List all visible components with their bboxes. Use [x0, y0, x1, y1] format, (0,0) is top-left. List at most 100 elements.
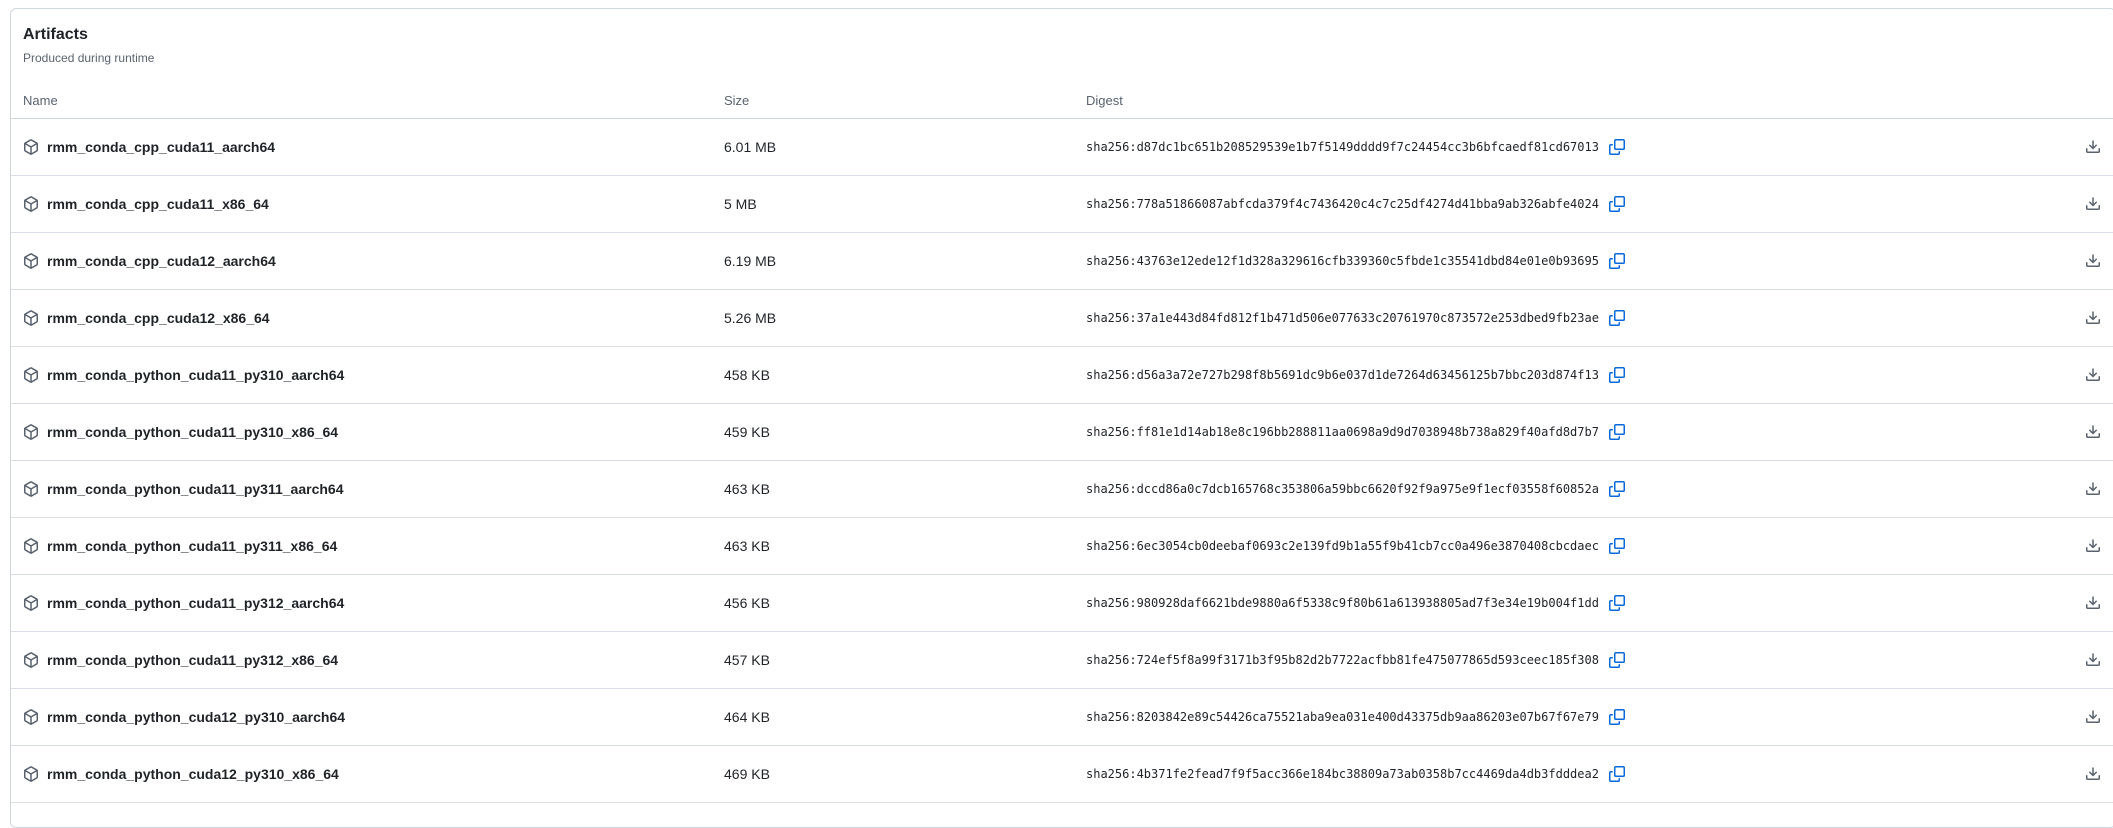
- artifact-name: rmm_conda_python_cuda11_py312_aarch64: [47, 595, 344, 611]
- column-header-digest: Digest: [1086, 93, 2059, 108]
- download-artifact-button[interactable]: [2083, 251, 2103, 271]
- artifact-size: 469 KB: [724, 766, 1086, 782]
- artifact-name: rmm_conda_cpp_cuda12_x86_64: [47, 310, 270, 326]
- artifact-digest: sha256:6ec3054cb0deebaf0693c2e139fd9b1a5…: [1086, 539, 1599, 553]
- copy-icon: [1609, 652, 1625, 668]
- download-icon: [2085, 538, 2101, 554]
- download-icon: [2085, 139, 2101, 155]
- download-icon: [2085, 481, 2101, 497]
- copy-icon: [1609, 139, 1625, 155]
- artifacts-card: Artifacts Produced during runtime Name S…: [10, 8, 2113, 828]
- copy-icon: [1609, 538, 1625, 554]
- copy-icon: [1609, 481, 1625, 497]
- table-row: rmm_conda_python_cuda11_py310_x86_64 459…: [11, 404, 2113, 461]
- table-row: rmm_conda_python_cuda11_py311_x86_64 463…: [11, 518, 2113, 575]
- package-icon: [23, 196, 39, 212]
- artifact-name: rmm_conda_python_cuda11_py311_aarch64: [47, 481, 344, 497]
- copy-digest-button[interactable]: [1607, 707, 1627, 727]
- artifact-name: rmm_conda_python_cuda12_py310_x86_64: [47, 766, 339, 782]
- artifacts-card-header: Artifacts Produced during runtime: [11, 9, 2113, 67]
- artifacts-table-body: rmm_conda_cpp_cuda11_aarch64 6.01 MB sha…: [11, 119, 2113, 803]
- table-row: rmm_conda_python_cuda12_py310_x86_64 469…: [11, 746, 2113, 803]
- copy-digest-button[interactable]: [1607, 365, 1627, 385]
- artifact-size: 457 KB: [724, 652, 1086, 668]
- artifact-digest: sha256:d87dc1bc651b208529539e1b7f5149ddd…: [1086, 140, 1599, 154]
- copy-digest-button[interactable]: [1607, 764, 1627, 784]
- page-title: Artifacts: [23, 23, 2103, 47]
- package-icon: [23, 481, 39, 497]
- artifact-name: rmm_conda_python_cuda11_py310_aarch64: [47, 367, 344, 383]
- copy-icon: [1609, 709, 1625, 725]
- copy-icon: [1609, 424, 1625, 440]
- download-artifact-button[interactable]: [2083, 365, 2103, 385]
- package-icon: [23, 310, 39, 326]
- download-artifact-button[interactable]: [2083, 536, 2103, 556]
- copy-digest-button[interactable]: [1607, 650, 1627, 670]
- table-row: rmm_conda_python_cuda11_py312_aarch64 45…: [11, 575, 2113, 632]
- download-icon: [2085, 424, 2101, 440]
- artifact-size: 6.01 MB: [724, 139, 1086, 155]
- table-row: rmm_conda_cpp_cuda12_x86_64 5.26 MB sha2…: [11, 290, 2113, 347]
- table-row: rmm_conda_python_cuda11_py311_aarch64 46…: [11, 461, 2113, 518]
- download-icon: [2085, 367, 2101, 383]
- package-icon: [23, 424, 39, 440]
- artifact-size: 5.26 MB: [724, 310, 1086, 326]
- package-icon: [23, 709, 39, 725]
- download-artifact-button[interactable]: [2083, 707, 2103, 727]
- table-row: rmm_conda_cpp_cuda11_aarch64 6.01 MB sha…: [11, 119, 2113, 176]
- table-row: rmm_conda_cpp_cuda12_aarch64 6.19 MB sha…: [11, 233, 2113, 290]
- copy-digest-button[interactable]: [1607, 194, 1627, 214]
- copy-digest-button[interactable]: [1607, 593, 1627, 613]
- artifact-digest: sha256:4b371fe2fead7f9f5acc366e184bc3880…: [1086, 767, 1599, 781]
- artifact-size: 5 MB: [724, 196, 1086, 212]
- table-row: rmm_conda_python_cuda11_py312_x86_64 457…: [11, 632, 2113, 689]
- artifact-name: rmm_conda_python_cuda12_py310_aarch64: [47, 709, 345, 725]
- copy-icon: [1609, 766, 1625, 782]
- artifact-digest: sha256:d56a3a72e727b298f8b5691dc9b6e037d…: [1086, 368, 1599, 382]
- copy-digest-button[interactable]: [1607, 422, 1627, 442]
- table-row: rmm_conda_python_cuda12_py310_aarch64 46…: [11, 689, 2113, 746]
- package-icon: [23, 766, 39, 782]
- table-row: rmm_conda_cpp_cuda11_x86_64 5 MB sha256:…: [11, 176, 2113, 233]
- package-icon: [23, 139, 39, 155]
- copy-icon: [1609, 196, 1625, 212]
- download-icon: [2085, 196, 2101, 212]
- download-artifact-button[interactable]: [2083, 422, 2103, 442]
- copy-digest-button[interactable]: [1607, 137, 1627, 157]
- download-artifact-button[interactable]: [2083, 593, 2103, 613]
- artifact-name: rmm_conda_python_cuda11_py310_x86_64: [47, 424, 338, 440]
- copy-digest-button[interactable]: [1607, 251, 1627, 271]
- artifact-digest: sha256:778a51866087abfcda379f4c7436420c4…: [1086, 197, 1599, 211]
- copy-digest-button[interactable]: [1607, 308, 1627, 328]
- artifact-name: rmm_conda_cpp_cuda11_aarch64: [47, 139, 275, 155]
- table-row: rmm_conda_python_cuda11_py310_aarch64 45…: [11, 347, 2113, 404]
- download-artifact-button[interactable]: [2083, 764, 2103, 784]
- download-artifact-button[interactable]: [2083, 137, 2103, 157]
- artifact-size: 464 KB: [724, 709, 1086, 725]
- column-header-size: Size: [724, 93, 1086, 108]
- artifact-size: 458 KB: [724, 367, 1086, 383]
- download-artifact-button[interactable]: [2083, 650, 2103, 670]
- package-icon: [23, 538, 39, 554]
- artifact-size: 463 KB: [724, 481, 1086, 497]
- download-icon: [2085, 709, 2101, 725]
- package-icon: [23, 253, 39, 269]
- artifact-digest: sha256:ff81e1d14ab18e8c196bb288811aa0698…: [1086, 425, 1599, 439]
- artifact-size: 459 KB: [724, 424, 1086, 440]
- download-artifact-button[interactable]: [2083, 479, 2103, 499]
- download-icon: [2085, 652, 2101, 668]
- download-artifact-button[interactable]: [2083, 308, 2103, 328]
- artifact-digest: sha256:43763e12ede12f1d328a329616cfb3393…: [1086, 254, 1599, 268]
- download-icon: [2085, 253, 2101, 269]
- column-header-name: Name: [23, 93, 724, 108]
- artifact-size: 463 KB: [724, 538, 1086, 554]
- package-icon: [23, 652, 39, 668]
- download-icon: [2085, 310, 2101, 326]
- download-artifact-button[interactable]: [2083, 194, 2103, 214]
- download-icon: [2085, 595, 2101, 611]
- artifact-digest: sha256:dccd86a0c7dcb165768c353806a59bbc6…: [1086, 482, 1599, 496]
- artifact-size: 6.19 MB: [724, 253, 1086, 269]
- table-header-row: Name Size Digest: [11, 83, 2113, 119]
- copy-digest-button[interactable]: [1607, 536, 1627, 556]
- copy-digest-button[interactable]: [1607, 479, 1627, 499]
